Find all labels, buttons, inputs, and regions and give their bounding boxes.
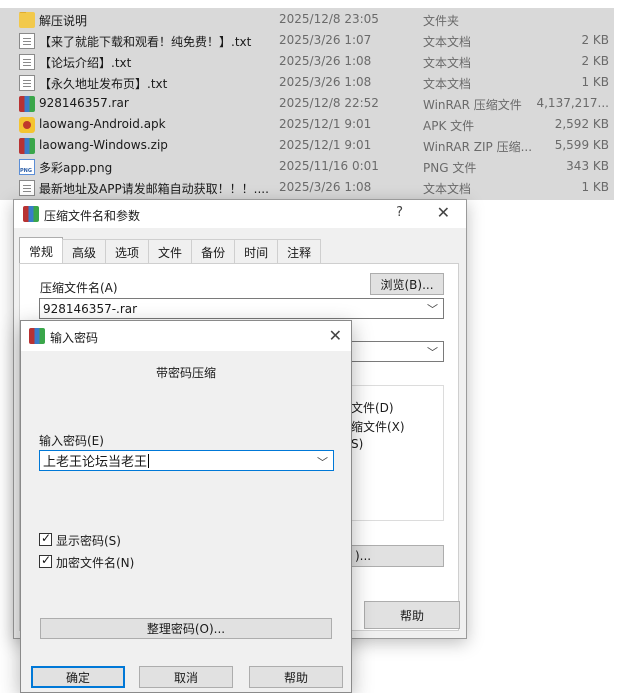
file-date: 2025/3/26 1:08 [279, 75, 372, 89]
close-icon[interactable]: ✕ [329, 326, 342, 345]
browse-button[interactable]: 浏览(B)... [370, 273, 444, 295]
file-list: 解压说明 2025/12/8 23:05 文件夹【来了就能下载和观看！纯免费！】.t… [0, 8, 614, 200]
password-input[interactable]: 上老王论坛当老王 ﹀ [39, 450, 334, 471]
tab-general[interactable]: 常规 [19, 237, 64, 263]
archive-name-label: 压缩文件名(A) [40, 281, 118, 295]
password-dialog-titlebar: 输入密码 ✕ [21, 321, 351, 351]
password-dialog: 输入密码 ✕ 带密码压缩 输入密码(E) 上老王论坛当老王 ﹀ 显示密码(S) … [20, 320, 352, 693]
file-name: 最新地址及APP请发邮箱自动获取！！！.... [39, 182, 269, 196]
file-row[interactable]: 多彩app.png 2025/11/16 0:01 PNG 文件 343 KB [14, 157, 614, 178]
option-label-partial: 文件(D) [351, 401, 394, 415]
file-type: WinRAR ZIP 压缩... [423, 140, 533, 154]
chevron-down-icon[interactable]: ﹀ [317, 454, 328, 470]
archive-options-group: 文件(D) 缩文件(X) S) [350, 385, 444, 521]
file-type: 文本文档 [423, 77, 472, 91]
file-row[interactable]: 【永久地址发布页】.txt 2025/3/26 1:08 文本文档 1 KB [14, 73, 614, 94]
password-help-button[interactable]: 帮助 [249, 666, 343, 688]
password-label: 输入密码(E) [39, 434, 104, 448]
file-type: 文本文档 [423, 56, 472, 70]
encrypt-names-checkbox[interactable] [39, 553, 52, 568]
file-name: 解压说明 [39, 14, 88, 28]
archive-dialog-tabs: 常规 高级 选项 文件 备份 时间 注释 [19, 237, 322, 263]
file-size: 343 KB [566, 159, 609, 173]
tab-time[interactable]: 时间 [234, 239, 279, 263]
file-size: 2,592 KB [554, 117, 609, 131]
file-row[interactable]: laowang-Windows.zip 2025/12/1 9:01 WinRAR … [14, 136, 614, 157]
text-file-icon [19, 33, 35, 49]
chevron-down-icon[interactable]: ﹀ [427, 344, 438, 360]
png-file-icon [19, 159, 35, 175]
update-mode-combobox[interactable]: ﹀ [350, 341, 444, 362]
file-name: laowang-Android.apk [39, 117, 166, 131]
file-type: PNG 文件 [423, 161, 477, 175]
file-date: 2025/3/26 1:08 [279, 54, 372, 68]
encrypt-names-label[interactable]: 加密文件名(N) [56, 554, 134, 571]
tab-options[interactable]: 选项 [105, 239, 150, 263]
password-dialog-heading: 带密码压缩 [155, 366, 216, 380]
folder-icon [19, 12, 35, 28]
file-row[interactable]: laowang-Android.apk 2025/12/1 9:01 APK 文件 2… [14, 115, 614, 136]
winrar-icon [29, 328, 45, 344]
close-icon[interactable]: ✕ [437, 203, 450, 222]
archive-help-button[interactable]: 帮助 [364, 601, 460, 629]
help-icon[interactable]: ? [396, 205, 403, 220]
tab-files[interactable]: 文件 [148, 239, 193, 263]
file-name: 【来了就能下载和观看！纯免费！】.txt [39, 35, 252, 49]
option-label-partial: S) [351, 437, 364, 451]
text-file-icon [19, 180, 35, 196]
file-name: 928146357.rar [39, 96, 129, 110]
file-size: 5,599 KB [554, 138, 609, 152]
file-date: 2025/12/1 9:01 [279, 138, 372, 152]
archive-dialog-titlebar: 压缩文件名和参数 ? ✕ [14, 200, 466, 228]
file-row[interactable]: 解压说明 2025/12/8 23:05 文件夹 [14, 10, 614, 31]
tab-comment[interactable]: 注释 [277, 239, 322, 263]
file-size: 1 KB [581, 75, 609, 89]
show-password-checkbox[interactable] [39, 531, 52, 546]
set-password-button[interactable]: )... [350, 545, 444, 567]
organize-passwords-button[interactable]: 整理密码(O)... [40, 618, 332, 639]
cancel-button[interactable]: 取消 [139, 666, 233, 688]
file-row[interactable]: 【来了就能下载和观看！纯免费！】.txt 2025/3/26 1:07 文本文档 2 … [14, 31, 614, 52]
file-date: 2025/12/1 9:01 [279, 117, 372, 131]
text-file-icon [19, 54, 35, 70]
file-size: 2 KB [581, 54, 609, 68]
file-row[interactable]: 928146357.rar 2025/12/8 22:52 WinRAR 压缩文件 4… [14, 94, 614, 115]
show-password-label[interactable]: 显示密码(S) [56, 532, 121, 549]
winrar-icon [23, 206, 39, 222]
file-date: 2025/11/16 0:01 [279, 159, 379, 173]
file-date: 2025/12/8 22:52 [279, 96, 379, 110]
tab-backup[interactable]: 备份 [191, 239, 236, 263]
winrar-zip-icon [19, 138, 35, 154]
file-name: 多彩app.png [39, 161, 113, 175]
file-type: APK 文件 [423, 119, 475, 133]
password-value: 上老王论坛当老王 [43, 455, 148, 470]
password-dialog-title: 输入密码 [50, 331, 99, 345]
ok-button[interactable]: 确定 [31, 666, 125, 688]
chevron-down-icon[interactable]: ﹀ [427, 301, 438, 317]
file-name: 【论坛介绍】.txt [39, 56, 132, 70]
file-type: 文本文档 [423, 182, 472, 196]
archive-name-combobox[interactable]: 928146357-.rar ﹀ [39, 298, 444, 319]
archive-dialog-title: 压缩文件名和参数 [44, 209, 141, 223]
file-size: 4,137,217... [536, 96, 609, 110]
file-date: 2025/3/26 1:07 [279, 33, 372, 47]
file-name: laowang-Windows.zip [39, 138, 168, 152]
apk-file-icon [19, 117, 35, 133]
file-size: 2 KB [581, 33, 609, 47]
file-name: 【永久地址发布页】.txt [39, 77, 168, 91]
file-date: 2025/12/8 23:05 [279, 12, 379, 26]
file-type: WinRAR 压缩文件 [423, 98, 522, 112]
file-type: 文件夹 [423, 14, 460, 28]
file-row[interactable]: 【论坛介绍】.txt 2025/3/26 1:08 文本文档 2 KB [14, 52, 614, 73]
file-type: 文本文档 [423, 35, 472, 49]
tab-advanced[interactable]: 高级 [62, 239, 107, 263]
file-date: 2025/3/26 1:08 [279, 180, 372, 194]
file-row[interactable]: 最新地址及APP请发邮箱自动获取！！！.... 2025/3/26 1:08 文本文… [14, 178, 614, 199]
file-size: 1 KB [581, 180, 609, 194]
winrar-archive-icon [19, 96, 35, 112]
option-label-partial: 缩文件(X) [351, 420, 405, 434]
archive-name-value: 928146357-.rar [43, 301, 138, 316]
text-file-icon [19, 75, 35, 91]
